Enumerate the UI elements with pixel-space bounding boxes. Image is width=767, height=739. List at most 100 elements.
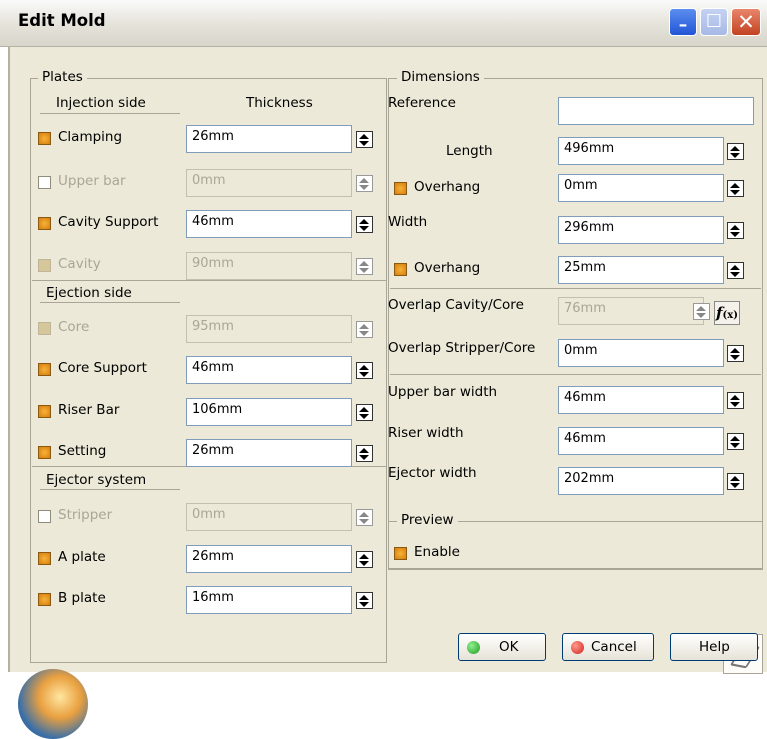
- riser-width-label: Riser width: [388, 425, 464, 441]
- upper-bar-width-spinner[interactable]: [727, 392, 744, 409]
- ok-button[interactable]: OK: [458, 633, 546, 661]
- riser-bar-checkbox[interactable]: [38, 405, 51, 418]
- close-icon: ✕: [737, 10, 755, 34]
- riser-bar-label: Riser Bar: [58, 402, 120, 418]
- cavity-label: Cavity: [58, 256, 101, 272]
- cavity-support-label: Cavity Support: [58, 214, 159, 230]
- ejector-width-spinner[interactable]: [727, 473, 744, 490]
- upper-bar-width-input[interactable]: 46mm: [558, 386, 724, 414]
- help-label: Help: [699, 639, 730, 655]
- cavity-support-checkbox[interactable]: [38, 217, 51, 230]
- ejector-system-header: Ejector system: [46, 472, 147, 488]
- cavity-spinner: [356, 258, 373, 275]
- upper-bar-thickness-input: 0mm: [186, 169, 352, 197]
- widths-separator-top: [390, 374, 761, 375]
- window-title: Edit Mold: [18, 11, 106, 30]
- overlap-separator-top: [390, 288, 761, 289]
- maximize-button[interactable]: ☐: [700, 8, 728, 36]
- upper-bar-spinner: [356, 175, 373, 192]
- formula-icon[interactable]: f(x): [714, 301, 740, 325]
- plates-legend: Plates: [38, 69, 87, 85]
- b-plate-spinner[interactable]: [356, 592, 373, 609]
- cavity-support-thickness-input[interactable]: 46mm: [186, 210, 352, 238]
- core-support-spinner[interactable]: [356, 362, 373, 379]
- upper-bar-label: Upper bar: [58, 173, 126, 189]
- core-support-thickness-input[interactable]: 46mm: [186, 356, 352, 384]
- overhang-width-input[interactable]: 25mm: [558, 256, 724, 284]
- riser-width-input[interactable]: 46mm: [558, 427, 724, 455]
- enable-preview-checkbox[interactable]: [394, 547, 407, 560]
- overlap-stripper-core-spinner[interactable]: [727, 345, 744, 362]
- reference-label: Reference: [388, 95, 456, 111]
- injection-side-header: Injection side: [56, 95, 146, 111]
- title-bar[interactable]: Edit Mold – ☐ ✕: [0, 0, 767, 47]
- overhang-length-label: Overhang: [414, 179, 481, 195]
- overhang-length-checkbox[interactable]: [394, 182, 407, 195]
- core-thickness-input: 95mm: [186, 315, 352, 343]
- length-input[interactable]: 496mm: [558, 137, 724, 165]
- dialog-body: Plates Injection side Thickness Ejection…: [8, 47, 767, 739]
- clamping-thickness-input[interactable]: 26mm: [186, 125, 352, 153]
- upper-bar-checkbox: [38, 176, 51, 189]
- thickness-header: Thickness: [246, 95, 313, 111]
- minimize-button[interactable]: –: [669, 8, 697, 36]
- help-button[interactable]: Help: [670, 633, 758, 661]
- close-button[interactable]: ✕: [731, 8, 761, 36]
- minimize-icon: –: [678, 15, 688, 35]
- riser-bar-thickness-input[interactable]: 106mm: [186, 398, 352, 426]
- cancel-icon: [571, 641, 584, 654]
- ejector-separator: [40, 489, 180, 490]
- overhang-width-label: Overhang: [414, 260, 481, 276]
- overlap-cavity-core-input: 76mm: [558, 297, 704, 325]
- length-label: Length: [446, 143, 493, 159]
- maximize-icon: ☐: [705, 11, 723, 32]
- setting-label: Setting: [58, 443, 107, 459]
- clamping-checkbox[interactable]: [38, 132, 51, 145]
- overhang-length-spinner[interactable]: [727, 180, 744, 197]
- app-logo-globe: [18, 669, 88, 739]
- core-label: Core: [58, 319, 90, 335]
- ejector-width-input[interactable]: 202mm: [558, 467, 724, 495]
- core-checkbox: [38, 322, 51, 335]
- ejection-separator-top: [32, 280, 387, 281]
- stripper-spinner: [356, 509, 373, 526]
- width-input[interactable]: 296mm: [558, 216, 724, 244]
- ok-icon: [467, 641, 480, 654]
- riser-bar-spinner[interactable]: [356, 404, 373, 421]
- width-spinner[interactable]: [727, 222, 744, 239]
- reference-input[interactable]: [558, 97, 754, 125]
- setting-thickness-input[interactable]: 26mm: [186, 439, 352, 467]
- a-plate-spinner[interactable]: [356, 551, 373, 568]
- length-spinner[interactable]: [727, 143, 744, 160]
- a-plate-checkbox[interactable]: [38, 552, 51, 565]
- overlap-cavity-core-spinner: [693, 303, 710, 320]
- cavity-thickness-input: 90mm: [186, 252, 352, 280]
- b-plate-thickness-input[interactable]: 16mm: [186, 586, 352, 614]
- edit-mold-dialog: Edit Mold – ☐ ✕ Plates Injection side Th…: [0, 0, 767, 739]
- cancel-button[interactable]: Cancel: [562, 633, 654, 661]
- overlap-stripper-core-input[interactable]: 0mm: [558, 339, 724, 367]
- preview-legend: Preview: [397, 512, 458, 528]
- stripper-label: Stripper: [58, 507, 113, 523]
- core-support-label: Core Support: [58, 360, 147, 376]
- overlap-cavity-core-label: Overlap Cavity/Core: [388, 297, 524, 313]
- overhang-width-spinner[interactable]: [727, 262, 744, 279]
- riser-width-spinner[interactable]: [727, 433, 744, 450]
- width-label: Width: [388, 214, 428, 230]
- upper-bar-width-label: Upper bar width: [388, 384, 498, 400]
- core-support-checkbox[interactable]: [38, 363, 51, 376]
- a-plate-thickness-input[interactable]: 26mm: [186, 545, 352, 573]
- setting-checkbox[interactable]: [38, 446, 51, 459]
- ejector-width-label: Ejector width: [388, 465, 477, 481]
- core-spinner: [356, 321, 373, 338]
- overhang-width-checkbox[interactable]: [394, 263, 407, 276]
- cavity-checkbox: [38, 259, 51, 272]
- clamping-label: Clamping: [58, 129, 123, 145]
- overhang-length-input[interactable]: 0mm: [558, 174, 724, 202]
- stripper-thickness-input: 0mm: [186, 503, 352, 531]
- b-plate-checkbox[interactable]: [38, 593, 51, 606]
- clamping-spinner[interactable]: [356, 131, 373, 148]
- cavity-support-spinner[interactable]: [356, 216, 373, 233]
- setting-spinner[interactable]: [356, 445, 373, 462]
- b-plate-label: B plate: [58, 590, 106, 606]
